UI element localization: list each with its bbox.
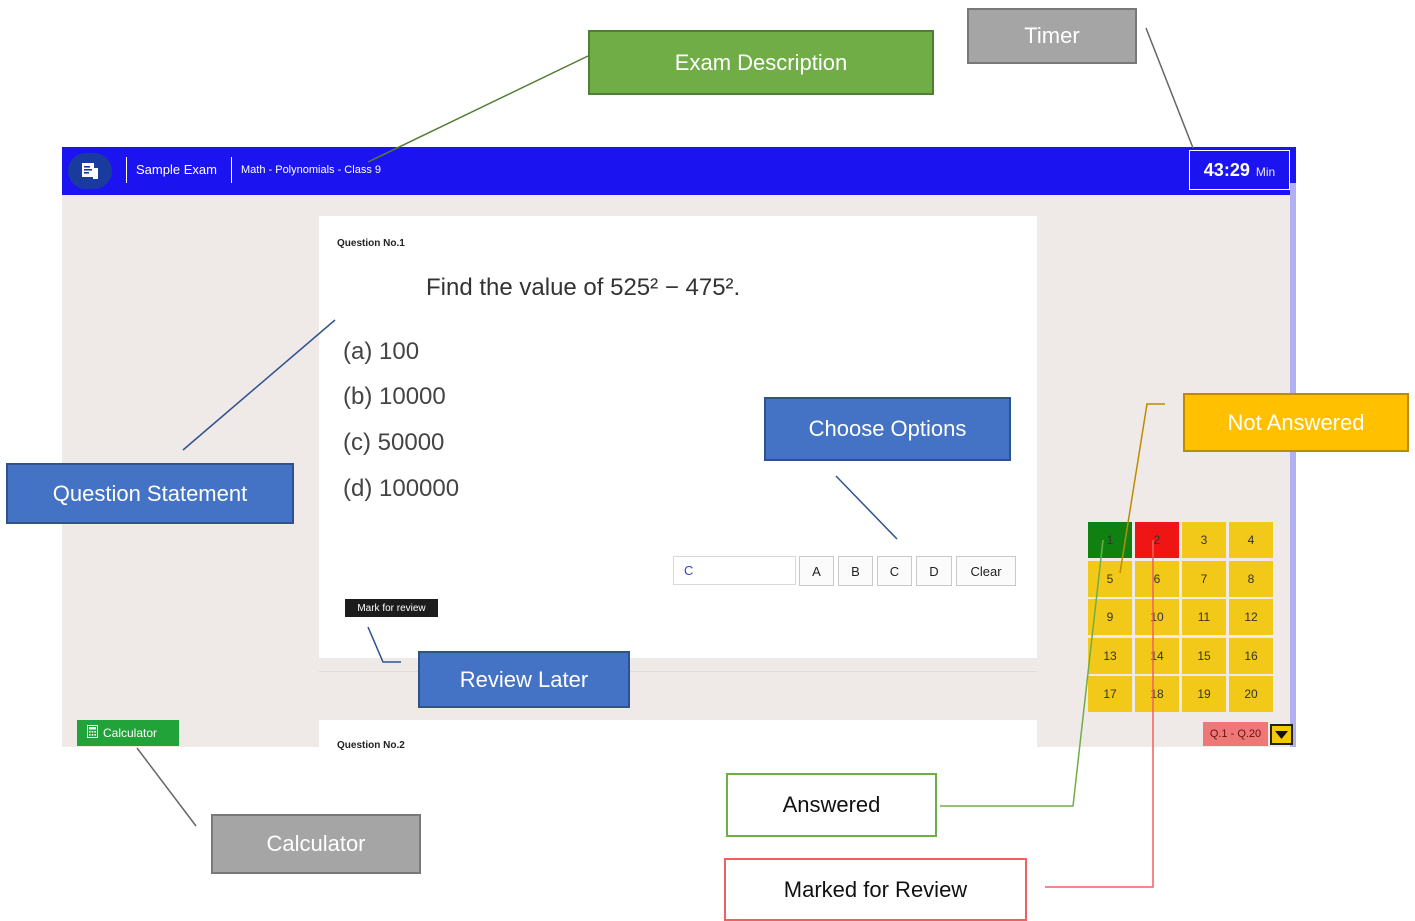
callout-timer: Timer <box>967 8 1137 64</box>
callout-choose-options: Choose Options <box>764 397 1011 461</box>
callout-exam-description: Exam Description <box>588 30 934 95</box>
annotation-leader-lines <box>136 27 1194 888</box>
callout-answered: Answered <box>726 773 937 837</box>
callout-calculator: Calculator <box>211 814 421 874</box>
callout-question-statement: Question Statement <box>6 463 294 524</box>
callout-review-later: Review Later <box>418 651 630 708</box>
callout-marked-for-review: Marked for Review <box>724 858 1027 921</box>
callout-not-answered: Not Answered <box>1183 393 1409 452</box>
